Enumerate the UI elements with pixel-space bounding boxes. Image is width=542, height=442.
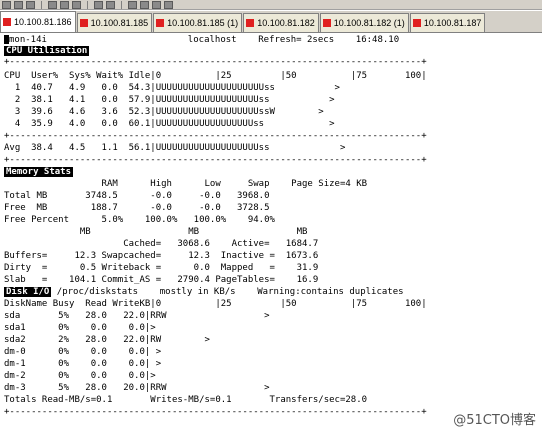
- session-tabs: 10.100.81.186 10.100.81.185 10.100.81.185 …: [0, 11, 542, 33]
- memory-line: Dirty = 0.5 Writeback = 0.0 Mapped = 31.…: [4, 263, 319, 273]
- disk-row: sda1 0% 0.0 0.0|>: [4, 323, 156, 333]
- session-tab-label: 10.100.81.182: [257, 18, 315, 28]
- cpu-top-border: +---------------------------------------…: [4, 57, 427, 67]
- session-tab[interactable]: 10.100.81.182 (1): [319, 13, 409, 32]
- session-tab-label: 10.100.81.186: [14, 17, 72, 27]
- session-tab[interactable]: 10.100.81.186: [0, 11, 76, 32]
- disk-row: dm-3 5% 28.0 20.0|RRW >: [4, 383, 270, 393]
- disk-row: dm-0 0% 0.0 0.0| >: [4, 347, 162, 357]
- cpu-avg-row: Avg 38.4 4.5 1.1 56.1|UUUUUUUUUUUUUUUUUU…: [4, 143, 346, 153]
- open-icon[interactable]: [14, 0, 23, 9]
- session-status-icon: [79, 19, 88, 27]
- memory-line: Free MB 188.7 -0.0 -0.0 3728.5: [4, 203, 270, 213]
- memory-line: Free Percent 5.0% 100.0% 100.0% 94.0%: [4, 215, 275, 225]
- session-status-icon: [156, 19, 165, 27]
- session-tab-label: 10.100.81.187: [423, 18, 482, 28]
- disk-row: dm-2 0% 0.0 0.0|>: [4, 371, 156, 381]
- terminal-window[interactable]: mon-14i localhost Refresh= 2secs 16:48.1…: [0, 33, 542, 442]
- help-icon[interactable]: [164, 0, 173, 9]
- session-tab[interactable]: 10.100.81.182: [243, 13, 319, 32]
- session-tab-label: 10.100.81.182 (1): [333, 18, 405, 28]
- cpu-row: 1 40.7 4.9 0.0 54.3|UUUUUUUUUUUUUUUUUUUU…: [4, 83, 340, 93]
- cpu-separator: +---------------------------------------…: [4, 131, 427, 141]
- memory-section-title: Memory Stats: [4, 167, 74, 177]
- terminal-bottom-border: +---------------------------------------…: [4, 407, 427, 417]
- memory-line: MB MB MB: [4, 227, 308, 237]
- cut-icon[interactable]: [48, 0, 57, 9]
- session-tab[interactable]: 10.100.81.185: [76, 13, 153, 32]
- paste-icon[interactable]: [72, 0, 81, 9]
- watermark: @51CTO博客: [453, 413, 536, 428]
- copy-icon[interactable]: [60, 0, 69, 9]
- cpu-bottom-border: +---------------------------------------…: [4, 155, 427, 165]
- save-icon[interactable]: [26, 0, 35, 9]
- memory-line: Slab = 104.1 Commit_AS = 2790.4 PageTabl…: [4, 275, 319, 285]
- memory-line: RAM High Low Swap Page Size=4 KB: [4, 179, 368, 189]
- nmon-status-bar: mon-14i localhost Refresh= 2secs 16:48.1…: [4, 35, 399, 46]
- find-icon[interactable]: [94, 0, 103, 9]
- key-icon[interactable]: [140, 0, 149, 9]
- cpu-row: 4 35.9 4.0 0.0 60.1|UUUUUUUUUUUUUUUUUUss…: [4, 119, 335, 129]
- settings-icon[interactable]: [128, 0, 137, 9]
- session-tab-label: 10.100.81.185 (1): [167, 18, 239, 28]
- session-tab-label: 10.100.81.185: [90, 18, 149, 28]
- memory-line: Cached= 3068.6 Active= 1684.7: [4, 239, 319, 249]
- new-icon[interactable]: [2, 0, 11, 9]
- toolbar-separator: [41, 0, 42, 9]
- memory-line: Buffers= 12.3 Swapcached= 12.3 Inactive …: [4, 251, 319, 261]
- print-icon[interactable]: [106, 0, 115, 9]
- disk-row: sda2 2% 28.0 22.0|RW >: [4, 335, 210, 345]
- toolbar-separator: [87, 0, 88, 9]
- session-status-icon: [3, 18, 11, 26]
- disk-header: DiskName Busy Read WriteKB|0 |25 |50 |75…: [4, 299, 427, 309]
- toolbar: [0, 0, 542, 10]
- session-status-icon: [322, 19, 331, 27]
- cpu-header: CPU User% Sys% Wait% Idle|0 |25 |50 |75 …: [4, 71, 427, 81]
- disconnect-icon[interactable]: [152, 0, 161, 9]
- session-status-icon: [412, 19, 421, 27]
- disk-totals: Totals Read-MB/s=0.1 Writes-MB/s=0.1 Tra…: [4, 395, 368, 405]
- cpu-row: 2 38.1 4.1 0.0 57.9|UUUUUUUUUUUUUUUUUUUs…: [4, 95, 335, 105]
- disk-row: sda 5% 28.0 22.0|RRW >: [4, 311, 270, 321]
- cpu-row: 3 39.6 4.6 3.6 52.3|UUUUUUUUUUUUUUUUUUUs…: [4, 107, 324, 117]
- disk-section-title: Disk I/O /proc/diskstats mostly in KB/s …: [4, 287, 404, 297]
- cpu-section-title: CPU Utilisation: [4, 46, 90, 56]
- disk-row: dm-1 0% 0.0 0.0| >: [4, 359, 162, 369]
- session-status-icon: [246, 19, 255, 27]
- toolbar-separator: [121, 0, 122, 9]
- session-tab[interactable]: 10.100.81.187: [409, 13, 486, 32]
- session-tab[interactable]: 10.100.81.185 (1): [153, 13, 243, 32]
- memory-line: Total MB 3748.5 -0.0 -0.0 3968.0: [4, 191, 270, 201]
